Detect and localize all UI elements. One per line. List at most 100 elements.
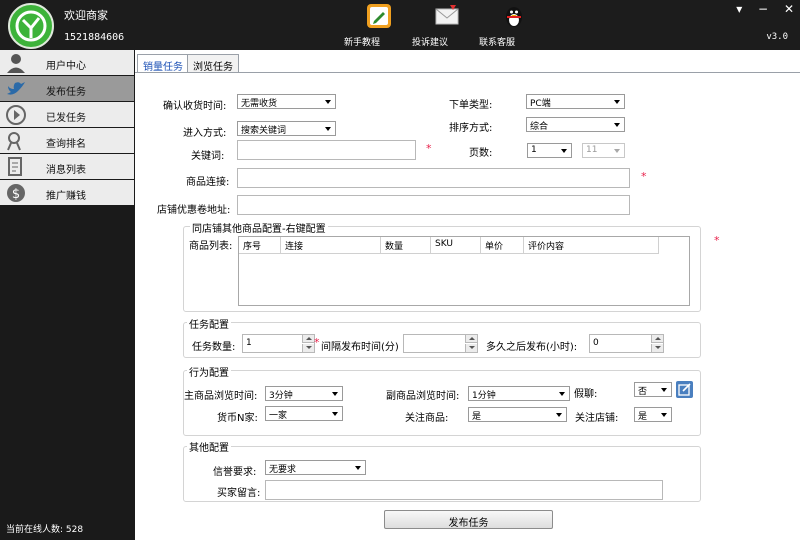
search-rank-icon <box>7 132 21 151</box>
sort-method-select[interactable]: 综合 <box>526 117 625 132</box>
online-label: 当前在线人数: <box>6 525 64 535</box>
column-header[interactable]: 单价 <box>481 237 524 254</box>
follow-store-label: 关注店铺: <box>575 413 619 424</box>
product-link-input[interactable] <box>237 168 630 188</box>
edit-icon <box>678 383 691 396</box>
document-icon <box>8 157 22 176</box>
product-list-label: 商品列表: <box>189 241 233 252</box>
confirm-time-select[interactable]: 无需收货 <box>237 94 336 109</box>
entry-method-label: 进入方式: <box>183 128 227 139</box>
decrement-icon[interactable] <box>465 344 477 352</box>
qq-penguin-icon <box>506 7 522 27</box>
required-mark: * <box>314 336 320 349</box>
tab-divider <box>135 72 800 73</box>
edit-icon <box>367 4 391 28</box>
sub-browse-label: 副商品浏览时间: <box>386 391 460 402</box>
play-circle-icon <box>6 105 26 125</box>
feedback-label: 投诉建议 <box>412 38 449 48</box>
column-header[interactable]: 评价内容 <box>524 237 659 254</box>
coupon-url-input[interactable] <box>237 195 630 215</box>
minimize-icon[interactable]: − <box>758 2 768 16</box>
buyer-message-input[interactable] <box>265 480 663 500</box>
sort-method-label: 排序方式: <box>449 123 493 134</box>
decrement-icon[interactable] <box>302 344 314 352</box>
dollar-icon: $ <box>7 184 25 202</box>
online-count: 当前在线人数: 528 <box>6 522 83 535</box>
sidebar: 用户中心 发布任务 已发任务 查询排名 消息列表 $ 推广赚钱 <box>0 50 134 540</box>
increment-icon[interactable] <box>465 335 477 343</box>
keyword-label: 关键词: <box>191 151 225 162</box>
delay-label: 多久之后发布(小时): <box>486 342 578 353</box>
sub-browse-select[interactable]: 1分钟 <box>468 386 570 401</box>
product-list-table[interactable]: 序号 连接 数量 SKU 单价 评价内容 <box>238 236 690 306</box>
version-label: v3.0 <box>766 32 788 42</box>
main-browse-select[interactable]: 3分钟 <box>265 386 343 401</box>
increment-icon[interactable] <box>302 335 314 343</box>
keyword-input[interactable] <box>237 140 416 160</box>
sidebar-item-promotion[interactable]: $ 推广赚钱 <box>0 180 134 206</box>
column-header[interactable]: 数量 <box>381 237 431 254</box>
support-button[interactable]: 联系客服 <box>479 2 549 48</box>
interval-label: 间隔发布时间(分) <box>321 342 399 353</box>
tab-sales-task[interactable]: 销量任务 <box>137 54 189 73</box>
account-phone: 1521884606 <box>64 32 125 43</box>
sidebar-item-publish-task[interactable]: 发布任务 <box>0 76 134 102</box>
task-quantity-stepper[interactable]: 1 <box>242 334 315 353</box>
logo-icon <box>8 3 54 49</box>
sidebar-item-label: 消息列表 <box>46 165 86 176</box>
tutorial-label: 新手教程 <box>344 38 381 48</box>
delay-stepper[interactable]: 0 <box>589 334 664 353</box>
sidebar-item-user-center[interactable]: 用户中心 <box>0 50 134 76</box>
tutorial-button[interactable]: 新手教程 <box>344 2 414 48</box>
task-config-title: 任务配置 <box>187 316 231 331</box>
task-quantity-label: 任务数量: <box>192 342 236 353</box>
decrement-icon[interactable] <box>651 344 663 352</box>
same-store-title: 同店铺其他商品配置-右键配置 <box>190 220 328 235</box>
sidebar-item-label: 查询排名 <box>46 139 86 150</box>
other-config-title: 其他配置 <box>187 439 231 454</box>
required-mark: * <box>426 142 432 155</box>
reputation-label: 信誉要求: <box>213 467 257 478</box>
column-header[interactable]: SKU <box>431 237 481 254</box>
interval-stepper[interactable] <box>403 334 478 353</box>
entry-method-select[interactable]: 搜索关键词 <box>237 121 336 136</box>
publish-task-button[interactable]: 发布任务 <box>384 510 553 529</box>
mail-icon <box>435 5 459 25</box>
increment-icon[interactable] <box>651 335 663 343</box>
follow-store-select[interactable]: 是 <box>634 407 672 422</box>
menu-dropdown-icon[interactable]: ▾ <box>736 2 742 16</box>
page-from-select[interactable]: 1 <box>527 143 572 158</box>
welcome-text: 欢迎商家 <box>64 9 108 22</box>
column-header[interactable]: 序号 <box>239 237 281 254</box>
edit-chat-button[interactable] <box>676 381 693 398</box>
compare-select[interactable]: 一家 <box>265 406 343 421</box>
online-value: 528 <box>65 525 84 535</box>
order-type-select[interactable]: PC端 <box>526 94 625 109</box>
page-count-label: 页数: <box>469 148 493 159</box>
sidebar-item-messages[interactable]: 消息列表 <box>0 154 134 180</box>
reputation-select[interactable]: 无要求 <box>265 460 366 475</box>
user-icon <box>7 54 25 73</box>
fake-chat-select[interactable]: 否 <box>634 382 672 397</box>
sidebar-item-rank-query[interactable]: 查询排名 <box>0 128 134 154</box>
column-header[interactable]: 连接 <box>281 237 381 254</box>
close-icon[interactable]: ✕ <box>784 2 794 16</box>
tab-browse-task[interactable]: 浏览任务 <box>187 54 239 73</box>
compare-label: 货币N家: <box>217 413 258 424</box>
main-panel: 销量任务 浏览任务 确认收货时间: 无需收货 下单类型: PC端 进入方式: 搜… <box>135 50 800 540</box>
support-label: 联系客服 <box>479 38 516 48</box>
sidebar-item-published-tasks[interactable]: 已发任务 <box>0 102 134 128</box>
delay-value: 0 <box>593 338 599 348</box>
window-controls: ▾ − ✕ <box>724 2 794 16</box>
behavior-title: 行为配置 <box>187 364 231 379</box>
sidebar-item-label: 推广赚钱 <box>46 191 86 202</box>
follow-product-select[interactable]: 是 <box>468 407 567 422</box>
order-type-label: 下单类型: <box>449 100 493 111</box>
required-mark: * <box>714 234 720 247</box>
follow-product-label: 关注商品: <box>405 413 449 424</box>
task-quantity-value: 1 <box>246 338 252 348</box>
sidebar-item-label: 发布任务 <box>46 87 86 98</box>
svg-text:$: $ <box>12 187 20 202</box>
sidebar-item-label: 已发任务 <box>46 113 86 124</box>
feedback-button[interactable]: 投诉建议 <box>412 2 482 48</box>
